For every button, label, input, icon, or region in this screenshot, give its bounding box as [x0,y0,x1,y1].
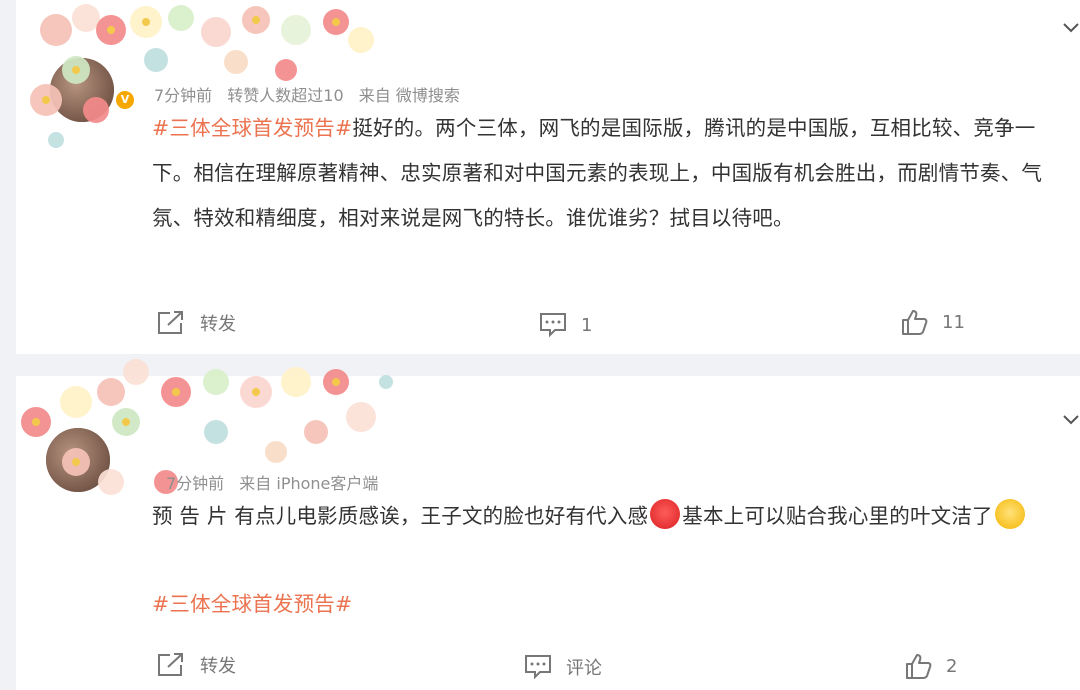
topic-link[interactable]: #三体全球首发预告# [152,116,352,140]
like-icon [906,654,932,679]
repost-button[interactable]: 转发 [156,310,236,336]
post-meta: 7分钟前 转赞人数超过10 来自 微博搜索 [154,82,470,106]
post-card: V 7分钟前 转赞人数超过10 来自 微博搜索 #三体全球首发预告#挺好的。两个… [16,0,1080,354]
comment-button[interactable]: 1 [539,312,592,338]
chevron-down-icon[interactable] [1062,410,1080,428]
like-count: 11 [942,311,965,333]
like-button[interactable]: 11 [900,308,965,336]
repost-icon [158,653,183,676]
post-text: 预 告 片 有点儿电影质感诶，王子文的脸也好有代入感 [152,504,649,528]
repost-icon [158,311,183,334]
post-source: 来自 iPhone客户端 [239,474,379,493]
comment-count: 1 [581,314,593,336]
like-icon [902,310,928,335]
post-meta: 7分钟前 来自 iPhone客户端 [166,470,388,494]
comment-label: 评论 [566,658,602,679]
comment-button[interactable]: 评论 [524,654,602,680]
post-card: 7分钟前 来自 iPhone客户端 预 告 片 有点儿电影质感诶，王子文的脸也好… [16,359,1080,690]
post-time[interactable]: 7分钟前 [166,474,224,493]
post-body: #三体全球首发预告#挺好的。两个三体，网飞的是国际版，腾讯的是中国版，互相比较、… [152,106,1072,241]
reposts-note: 转赞人数超过10 [227,86,344,105]
smile-emoji-icon [994,499,1025,529]
comment-icon [540,313,566,338]
repost-label: 转发 [200,314,236,335]
chevron-down-icon[interactable] [1062,18,1080,36]
like-count: 2 [946,655,958,677]
post-body: 预 告 片 有点儿电影质感诶，王子文的脸也好有代入感 基本上可以贴合我心里的叶文洁… [152,494,1080,539]
comment-icon [525,655,551,680]
avatar[interactable] [46,428,110,492]
repost-label: 转发 [200,656,236,677]
avatar[interactable] [50,58,114,122]
repost-button[interactable]: 转发 [156,652,236,678]
post-text-cont: 基本上可以贴合我心里的叶文洁了 [682,504,993,528]
heart-eyes-emoji-icon [650,499,681,529]
post-time[interactable]: 7分钟前 [154,86,212,105]
topic-link[interactable]: #三体全球首发预告# [152,582,352,627]
like-button[interactable]: 2 [904,652,957,680]
verified-badge-icon: V [114,89,136,111]
post-source: 来自 微博搜索 [358,86,460,105]
